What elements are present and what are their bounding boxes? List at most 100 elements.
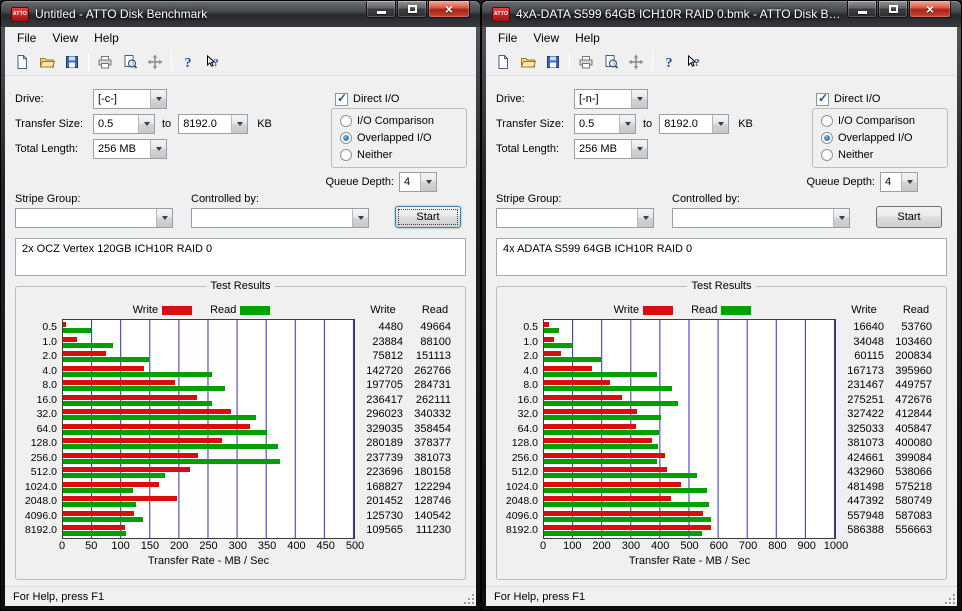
transfer-to-select[interactable]: 8192.0 — [659, 114, 729, 134]
benchmark-chart: 0.51.02.04.08.016.032.064.0128.0256.0512… — [503, 319, 940, 539]
drive-select[interactable]: [-n-] — [574, 89, 648, 109]
test-results-section: Test Results Write Read Write Read 0.51.… — [496, 286, 947, 580]
chevron-down-icon — [637, 209, 653, 227]
chevron-down-icon — [138, 115, 154, 133]
controlled-by-select[interactable] — [191, 208, 369, 228]
transfer-size-label: Transfer Size: — [496, 118, 574, 130]
read-column-header: Read — [892, 304, 940, 316]
chevron-down-icon — [901, 173, 917, 191]
titlebar[interactable]: ATTO 4xA-DATA S599 64GB ICH10R RAID 0.bm… — [482, 1, 961, 27]
context-help-icon: ? — [205, 54, 221, 70]
atto-window-2: ATTO 4xA-DATA S599 64GB ICH10R RAID 0.bm… — [481, 0, 962, 611]
print-button[interactable] — [574, 50, 598, 73]
close-button[interactable] — [428, 1, 470, 18]
resize-grip-icon[interactable] — [943, 592, 956, 605]
open-file-button[interactable] — [35, 50, 59, 73]
move-arrows-icon — [147, 54, 163, 70]
maximize-icon — [408, 5, 417, 13]
checkbox-icon — [816, 93, 829, 106]
close-button[interactable] — [909, 1, 951, 18]
io-mode-group: I/O Comparison Overlapped I/O Neither — [812, 108, 948, 168]
read-column-header: Read — [411, 304, 459, 316]
status-bar: For Help, press F1 — [5, 586, 476, 606]
radio-overlapped-io[interactable]: Overlapped I/O — [821, 131, 939, 145]
direct-io-checkbox[interactable]: Direct I/O — [335, 93, 399, 106]
print-button[interactable] — [93, 50, 117, 73]
svg-text:?: ? — [185, 56, 192, 70]
drive-select[interactable]: [-c-] — [93, 89, 167, 109]
resize-grip-icon[interactable] — [462, 592, 475, 605]
chevron-down-icon — [150, 140, 166, 158]
stripe-group-select[interactable] — [496, 208, 654, 228]
radio-overlapped-io[interactable]: Overlapped I/O — [340, 131, 458, 145]
pan-button[interactable] — [624, 50, 648, 73]
total-length-select[interactable]: 256 MB — [93, 139, 167, 159]
window-title: Untitled - ATTO Disk Benchmark — [35, 7, 207, 21]
minimize-button[interactable] — [847, 1, 877, 18]
total-length-select[interactable]: 256 MB — [574, 139, 648, 159]
print-preview-button[interactable] — [118, 50, 142, 73]
context-help-button[interactable]: ? — [682, 50, 706, 73]
transfer-size-label: Transfer Size: — [15, 118, 93, 130]
start-button[interactable]: Start — [395, 206, 461, 228]
maximize-button[interactable] — [397, 1, 427, 18]
x-axis-label-row: Transfer Rate - MB / Sec — [22, 553, 459, 569]
open-file-button[interactable] — [516, 50, 540, 73]
radio-neither[interactable]: Neither — [821, 148, 939, 162]
read-values-column: 4966488100151113262766284731262111340332… — [411, 319, 459, 539]
save-button[interactable] — [541, 50, 565, 73]
maximize-button[interactable] — [878, 1, 908, 18]
menu-view[interactable]: View — [44, 28, 86, 48]
x-axis-title: Transfer Rate - MB / Sec — [62, 553, 355, 569]
chevron-down-icon — [231, 115, 247, 133]
benchmark-settings: Drive: [-c-] Direct I/O Transfer Size: 0… — [5, 76, 476, 282]
print-preview-button[interactable] — [599, 50, 623, 73]
queue-depth-select[interactable]: 4 — [880, 172, 918, 192]
menu-help[interactable]: Help — [567, 28, 608, 48]
description-field[interactable]: 4x ADATA S599 64GB ICH10R RAID 0 — [496, 238, 947, 276]
maximize-icon — [889, 5, 898, 13]
radio-io-comparison[interactable]: I/O Comparison — [821, 114, 939, 128]
start-button[interactable]: Start — [876, 206, 942, 228]
chevron-down-icon — [150, 90, 166, 108]
minimize-icon — [377, 11, 386, 14]
radio-neither[interactable]: Neither — [340, 148, 458, 162]
status-text: For Help, press F1 — [494, 591, 585, 603]
benchmark-settings: Drive: [-n-] Direct I/O Transfer Size: 0… — [486, 76, 957, 282]
transfer-from-select[interactable]: 0.5 — [574, 114, 636, 134]
new-file-button[interactable] — [491, 50, 515, 73]
controlled-by-label: Controlled by: — [672, 193, 740, 205]
about-help-button[interactable]: ? — [657, 50, 681, 73]
chevron-down-icon — [352, 209, 368, 227]
app-icon: ATTO — [11, 7, 29, 22]
caption-buttons — [366, 1, 470, 18]
description-field[interactable]: 2x OCZ Vertex 120GB ICH10R RAID 0 — [15, 238, 466, 276]
new-file-button[interactable] — [10, 50, 34, 73]
pan-button[interactable] — [143, 50, 167, 73]
chevron-down-icon — [712, 115, 728, 133]
menu-file[interactable]: File — [9, 28, 44, 48]
chart-legend: Write Read Write Read — [503, 301, 940, 319]
write-legend-swatch — [643, 306, 673, 315]
kb-unit-label: KB — [257, 118, 272, 130]
stripe-group-select[interactable] — [15, 208, 173, 228]
toolbar-separator — [88, 53, 89, 71]
save-button[interactable] — [60, 50, 84, 73]
new-file-icon — [495, 54, 511, 70]
titlebar[interactable]: ATTO Untitled - ATTO Disk Benchmark — [1, 1, 480, 27]
menu-view[interactable]: View — [525, 28, 567, 48]
transfer-from-select[interactable]: 0.5 — [93, 114, 155, 134]
menu-help[interactable]: Help — [86, 28, 127, 48]
toolbar-separator — [569, 53, 570, 71]
radio-io-comparison[interactable]: I/O Comparison — [340, 114, 458, 128]
write-values-column: 1664034048601151671732314672752513274223… — [836, 319, 892, 539]
help-icon: ? — [661, 54, 677, 70]
controlled-by-select[interactable] — [672, 208, 850, 228]
menu-file[interactable]: File — [490, 28, 525, 48]
direct-io-checkbox[interactable]: Direct I/O — [816, 93, 880, 106]
minimize-button[interactable] — [366, 1, 396, 18]
about-help-button[interactable]: ? — [176, 50, 200, 73]
queue-depth-select[interactable]: 4 — [399, 172, 437, 192]
transfer-to-select[interactable]: 8192.0 — [178, 114, 248, 134]
context-help-button[interactable]: ? — [201, 50, 225, 73]
